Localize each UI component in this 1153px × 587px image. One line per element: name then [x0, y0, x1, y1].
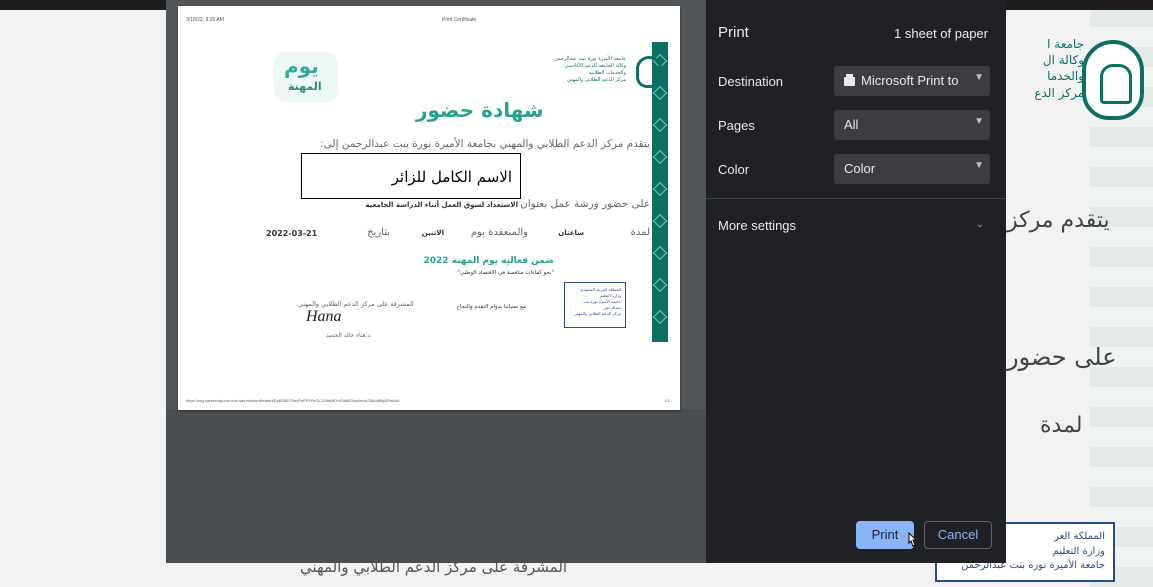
strip-pattern	[652, 181, 668, 197]
bg-univ-line: وكالة ال	[1042, 53, 1084, 68]
certificate-slogan: "نحو كفاءات منافسة في الاقتصاد الوطني"	[457, 270, 554, 276]
chevron-down-icon: ▼	[974, 116, 984, 127]
cert-ministry-line: جامعة الأميرة نورة بنت عبدالرحمن	[582, 299, 621, 310]
certificate-signature: Hana	[306, 308, 342, 325]
cancel-button[interactable]: Cancel	[924, 521, 992, 549]
destination-label: Destination	[718, 74, 784, 89]
strip-pattern	[652, 309, 668, 325]
certificate-title: شهادة حضور	[416, 98, 544, 122]
bg-univ-line: جامعة ا	[1047, 37, 1084, 51]
color-label: Color	[718, 162, 750, 177]
background-attend-text: على حضور	[1007, 343, 1117, 371]
color-value: Color	[844, 161, 876, 176]
background-duration-text: لمدة	[1040, 413, 1083, 438]
panel-title: Print	[718, 24, 749, 41]
certificate-duration-value: ساعتان	[558, 229, 584, 237]
strip-pattern	[652, 85, 668, 101]
sheet-count: 1 sheet of paper	[894, 26, 988, 41]
certificate-event: ضمن فعالية يوم المهنة 2022	[423, 256, 554, 266]
certificate-wish: مع تمنياتنا بدوام التقدم والنجاح	[456, 304, 526, 310]
certificate-held-label: والمنعقدة يوم	[470, 227, 528, 238]
panel-divider	[706, 198, 1006, 199]
certificate-day: الاثنين	[421, 229, 444, 237]
university-seal-icon	[636, 56, 662, 88]
background-university-name: جامعة ا وكالة ال والخدما مركز الدع	[1004, 36, 1084, 101]
visitor-name-text: الاسم الكامل للزائر	[391, 168, 512, 186]
page-header-date: 3/18/22, 9:26 AM	[186, 17, 224, 23]
cert-univ-line: والخدمات الطلابية	[588, 70, 626, 76]
printer-icon	[844, 74, 855, 86]
certificate-supervisor-title: المشرفة على مركز الدعم الطلابي والمهني	[298, 300, 414, 308]
certificate-duration-label: لمدة	[630, 227, 650, 238]
strip-pattern	[652, 245, 668, 261]
page-header-title: Print Certificate	[442, 17, 477, 23]
cert-univ-line: وكالة الجامعة للدعم الأكاديمي	[564, 63, 626, 69]
print-preview-area[interactable]: 3/18/22, 9:26 AM Print Certificate يوم ا…	[166, 0, 706, 563]
certificate-date-label: بتاريخ	[367, 227, 390, 238]
certificate-university-name: جامعة الأميرة نورة بنت عبدالرحمن وكالة ا…	[554, 56, 626, 84]
pages-value: All	[844, 117, 859, 132]
chevron-down-icon: ▼	[974, 72, 984, 83]
certificate-date: 2022-03-21	[266, 229, 318, 238]
cert-univ-line: مركز الدعم الطلابي والمهني	[567, 77, 626, 83]
chevron-down-icon: ▼	[974, 160, 984, 171]
certificate-intro: يتقدم مركز الدعم الطلابي والمهني بجامعة …	[320, 138, 650, 150]
pages-select[interactable]: All ▼	[834, 110, 990, 140]
university-seal-icon	[1082, 40, 1144, 120]
preview-empty-area	[166, 409, 706, 563]
logo-text-line1: يوم	[284, 54, 319, 78]
destination-value: Microsoft Print to	[861, 73, 959, 88]
certificate-attend-text: على حضور ورشة عمل بعنوان	[520, 198, 650, 210]
cert-univ-line: جامعة الأميرة نورة بنت عبدالرحمن	[554, 56, 626, 62]
career-day-logo: يوم المهنة	[274, 52, 338, 102]
preview-paper: 3/18/22, 9:26 AM Print Certificate يوم ا…	[178, 6, 680, 410]
bg-univ-line: والخدما	[1047, 69, 1084, 84]
destination-value-wrap: Microsoft Print to	[844, 73, 959, 88]
page-footer-url: https://reg.careerday.pnu.edu.sa/print/c…	[186, 398, 400, 403]
strip-pattern	[652, 277, 668, 293]
logo-text-line2: المهنة	[288, 80, 322, 93]
background-intro-text: يتقدم مركز	[1007, 208, 1110, 233]
page-footer-number: 1/1	[664, 398, 670, 403]
strip-pattern	[652, 149, 668, 165]
cert-ministry-line: مركز الدعم الطلابي والمهني	[573, 311, 621, 316]
pages-label: Pages	[718, 118, 755, 133]
certificate-supervisor-name: د.هناء خالد الحميد	[326, 332, 371, 339]
destination-select[interactable]: Microsoft Print to ▼	[834, 66, 990, 96]
strip-pattern	[652, 213, 668, 229]
certificate-ministry-text: المملكة العربية السعودية وزارة التعليم ج…	[565, 287, 621, 317]
ministry-logo-icon: المملكة العربية السعودية وزارة التعليم ج…	[564, 282, 626, 328]
bg-univ-line: مركز الدع	[1034, 85, 1084, 100]
visitor-name-overlay: الاسم الكامل للزائر	[301, 153, 521, 199]
more-settings-toggle[interactable]: More settings	[718, 218, 796, 233]
chevron-down-icon[interactable]: ⌄	[976, 219, 984, 230]
strip-pattern	[652, 117, 668, 133]
mouse-cursor-icon	[908, 532, 918, 547]
color-select[interactable]: Color ▼	[834, 154, 990, 184]
print-settings-panel: Print 1 sheet of paper Destination Micro…	[706, 0, 1006, 563]
certificate-workshop-title: الاستعداد لسوق العمل أثناء الدراسة الجام…	[365, 201, 518, 209]
